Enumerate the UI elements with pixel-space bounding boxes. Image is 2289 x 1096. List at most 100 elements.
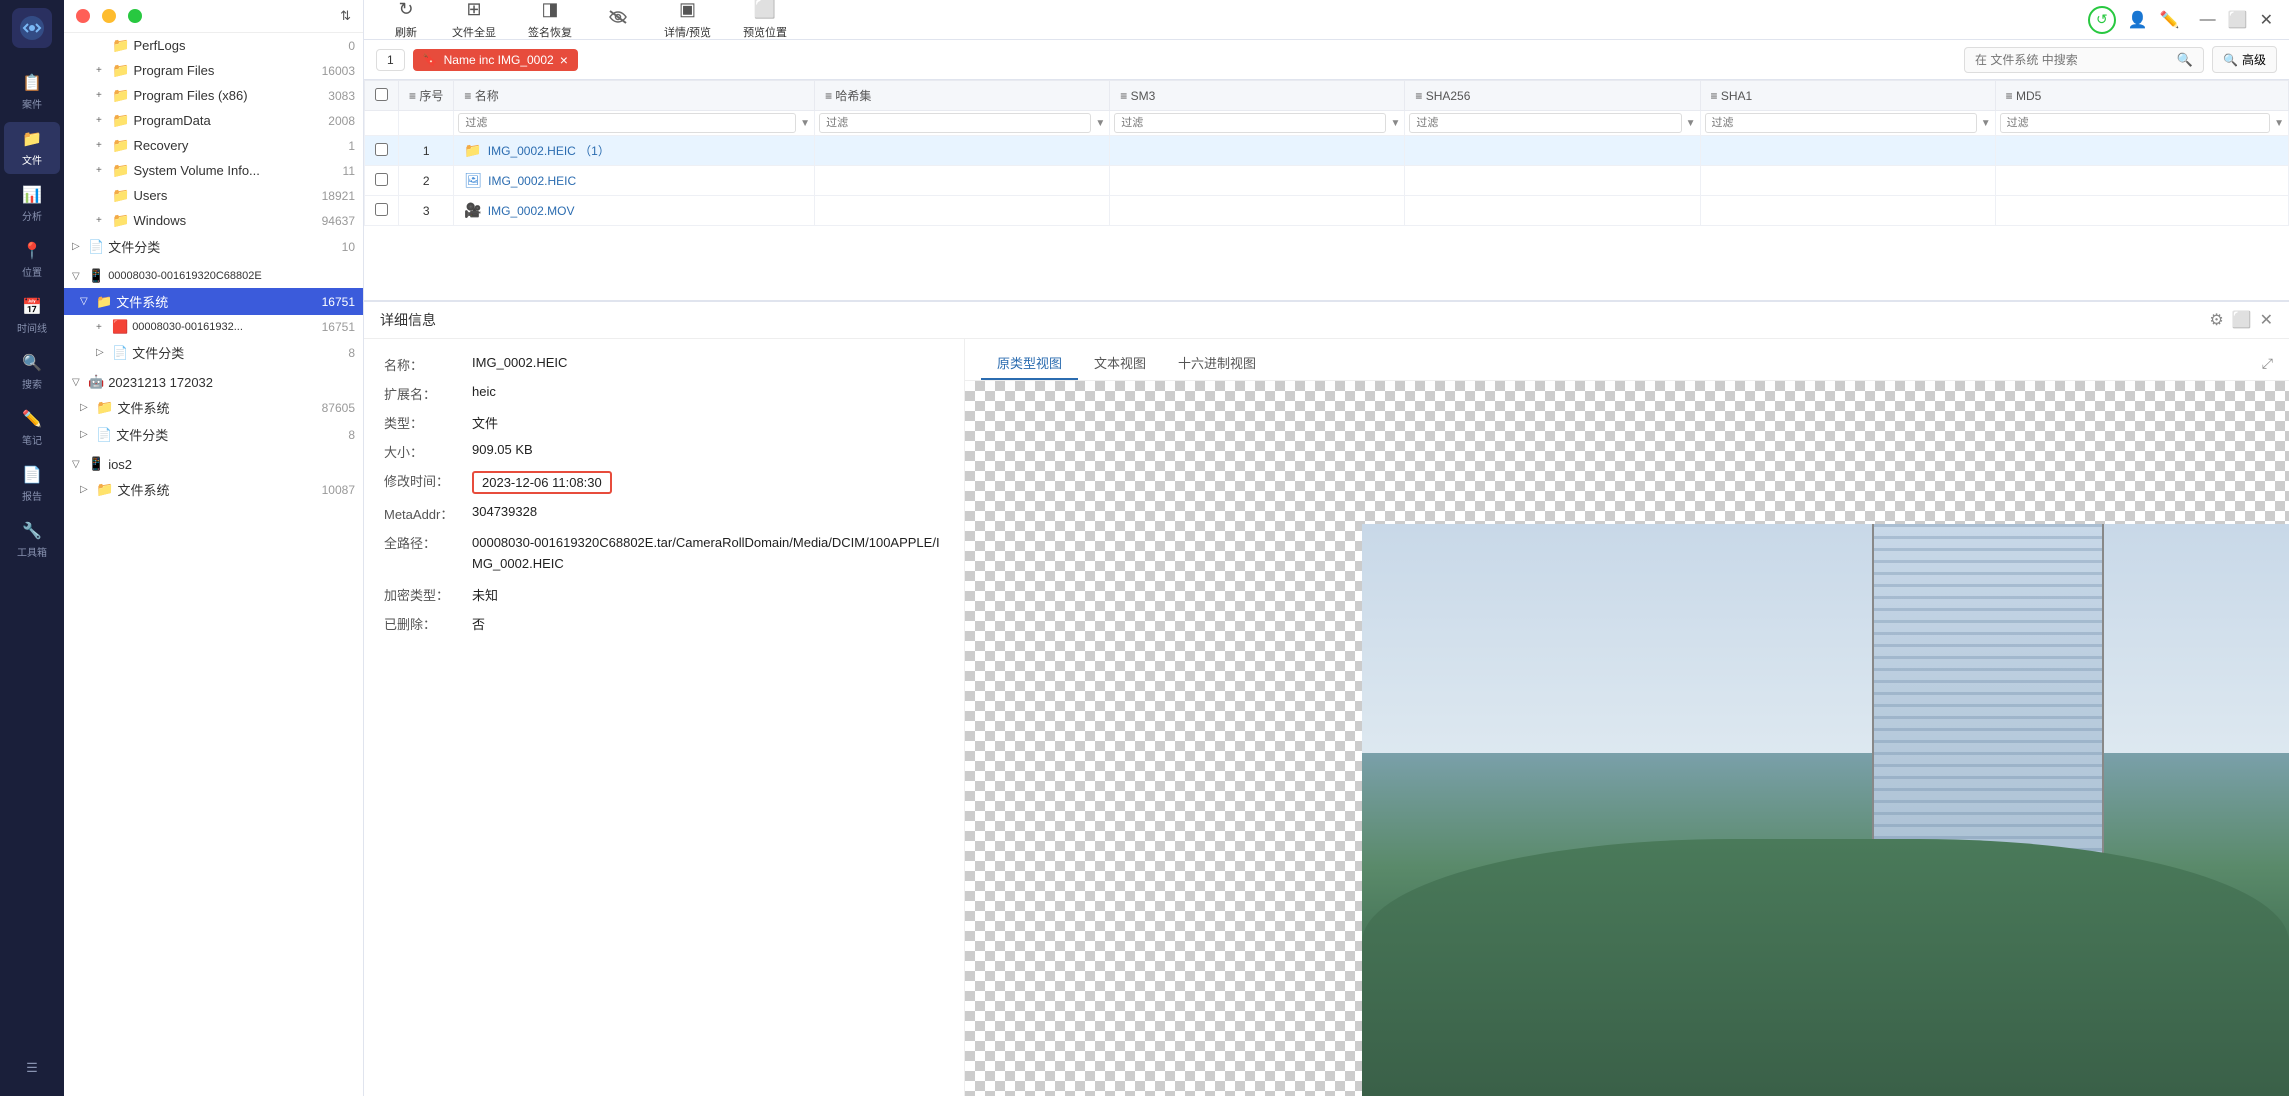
row-checkbox[interactable] xyxy=(375,203,388,216)
tree-label: Users xyxy=(133,188,317,203)
expand-icon: + xyxy=(96,215,112,226)
close-button[interactable]: ✕ xyxy=(2260,10,2273,30)
external-link-icon[interactable]: ⤢ xyxy=(2262,355,2273,372)
col-header-sha256[interactable]: ≡ SHA256 xyxy=(1405,81,1700,111)
tree-item-filetype2[interactable]: ▷ 📄 文件分类 8 xyxy=(64,339,363,366)
win-min-button[interactable] xyxy=(102,9,116,23)
sidebar-item-reports[interactable]: 📄 报告 xyxy=(4,458,60,510)
win-max-button[interactable] xyxy=(128,9,142,23)
tree-item-programdata[interactable]: + 📁 ProgramData 2008 xyxy=(64,108,363,133)
tree-item-users[interactable]: 📁 Users 18921 xyxy=(64,183,363,208)
search-input-wrap[interactable]: 🔍 xyxy=(1964,47,2204,73)
row-checkbox[interactable] xyxy=(375,173,388,186)
hidden-button[interactable] xyxy=(592,3,644,36)
sha256-filter-input[interactable] xyxy=(1409,113,1681,133)
table-row[interactable]: 3 🎥 IMG_0002.MOV xyxy=(365,196,2289,226)
label-path: 全路径： xyxy=(384,533,464,552)
col-header-md5[interactable]: ≡ MD5 xyxy=(1995,81,2288,111)
nav-circle[interactable]: ↺ xyxy=(2088,6,2116,34)
label-modified: 修改时间： xyxy=(384,471,464,490)
tree-count: 94637 xyxy=(322,214,355,228)
folder-icon: 📁 xyxy=(112,187,129,204)
tree-item-fs2[interactable]: ▷ 📁 文件系统 87605 xyxy=(64,394,363,421)
row-name[interactable]: 🖼 IMG_0002.HEIC xyxy=(454,166,815,196)
tree-item-programfiles86[interactable]: + 📁 Program Files (x86) 3083 xyxy=(64,83,363,108)
row-hash-1 xyxy=(815,136,1110,166)
col-header-num[interactable]: ≡ 序号 xyxy=(399,81,454,111)
sidebar-item-location[interactable]: 📍 位置 xyxy=(4,234,60,286)
tree-item-device1-sub[interactable]: + 🟥 00008030-00161932... 16751 xyxy=(64,315,363,339)
sidebar-menu-button[interactable]: ☰ xyxy=(4,1048,60,1088)
tree-item-windows[interactable]: + 📁 Windows 94637 xyxy=(64,208,363,233)
sidebar-item-cases[interactable]: 📋 案件 xyxy=(4,66,60,118)
file-link-2[interactable]: 🖼 IMG_0002.HEIC xyxy=(464,172,804,189)
tab-raw-view[interactable]: 原类型视图 xyxy=(981,347,1078,380)
md5-filter-input[interactable] xyxy=(2000,113,2270,133)
minimize-button[interactable]: — xyxy=(2200,11,2216,29)
reports-icon: 📄 xyxy=(22,465,42,485)
sm3-filter-input[interactable] xyxy=(1114,113,1386,133)
col-header-sha1[interactable]: ≡ SHA1 xyxy=(1700,81,1995,111)
sidebar-item-files[interactable]: 📁 文件 xyxy=(4,122,60,174)
col-header-name[interactable]: ≡ 名称 xyxy=(454,81,815,111)
tree-label: Program Files xyxy=(133,63,317,78)
details-actions: ⚙ ⬜ ✕ xyxy=(2209,310,2273,330)
tree-item-filesystem-selected[interactable]: ▽ 📁 文件系统 16751 xyxy=(64,288,363,315)
details-body: 名称： IMG_0002.HEIC 扩展名： heic 类型： 文件 大小： 9… xyxy=(364,339,2289,1096)
name-filter-input[interactable] xyxy=(458,113,796,133)
expand-icon: + xyxy=(96,322,112,333)
sha1-filter-input[interactable] xyxy=(1705,113,1977,133)
tree-label: PerfLogs xyxy=(133,38,344,53)
tab-hex-view[interactable]: 十六进制视图 xyxy=(1162,347,1272,380)
tree-item-device2[interactable]: ▽ 🤖 20231213 172032 xyxy=(64,370,363,394)
tree-item-ios2[interactable]: ▽ 📱 ios2 xyxy=(64,452,363,476)
tools-icon: 🔧 xyxy=(22,521,42,541)
active-filter-tag[interactable]: 🔖 Name inc IMG_0002 × xyxy=(413,49,578,71)
col-header-hash[interactable]: ≡ 哈希集 xyxy=(815,81,1110,111)
table-row[interactable]: 2 🖼 IMG_0002.HEIC xyxy=(365,166,2289,196)
tab-text-view[interactable]: 文本视图 xyxy=(1078,347,1162,380)
tree-item-filetype1[interactable]: ▷ 📄 文件分类 10 xyxy=(64,233,363,260)
tree-item-perflogs[interactable]: 📁 PerfLogs 0 xyxy=(64,33,363,58)
details-preview: 原类型视图 文本视图 十六进制视图 ⤢ xyxy=(964,339,2289,1096)
tree-item-device1[interactable]: ▽ 📱 00008030-001619320C68802E xyxy=(64,264,363,288)
file-link-1[interactable]: 📁 IMG_0002.HEIC （1） xyxy=(464,142,804,159)
filter-tag-close[interactable]: × xyxy=(560,52,568,68)
filter-bar: 1 🔖 Name inc IMG_0002 × 🔍 🔍 高级 xyxy=(364,40,2289,80)
tree-label: Recovery xyxy=(133,138,344,153)
sidebar-item-notes[interactable]: ✏️ 笔记 xyxy=(4,402,60,454)
sidebar-item-timeline[interactable]: 📅 时间线 xyxy=(4,290,60,342)
tree-count: 8 xyxy=(348,428,355,442)
tree-item-systemvol[interactable]: + 📁 System Volume Info... 11 xyxy=(64,158,363,183)
sidebar-item-analysis[interactable]: 📊 分析 xyxy=(4,178,60,230)
file-table-wrap: ≡ 序号 ≡ 名称 ≡ 哈希集 ≡ SM3 ≡ SHA256 ≡ SHA1 ≡ … xyxy=(364,80,2289,300)
close-details-button[interactable]: ✕ xyxy=(2260,310,2273,330)
tree-item-fs3[interactable]: ▷ 📁 文件系统 10087 xyxy=(64,476,363,503)
expand-button[interactable]: ⇅ xyxy=(340,8,351,24)
row-checkbox[interactable] xyxy=(375,143,388,156)
tree-item-filetype3[interactable]: ▷ 📄 文件分类 8 xyxy=(64,421,363,448)
row-name[interactable]: 📁 IMG_0002.HEIC （1） xyxy=(454,136,815,166)
sidebar-item-tools[interactable]: 🔧 工具箱 xyxy=(4,514,60,566)
table-row[interactable]: 1 📁 IMG_0002.HEIC （1） xyxy=(365,136,2289,166)
panel-icon[interactable]: ⬜ xyxy=(2232,310,2252,330)
tree-count: 3083 xyxy=(328,89,355,103)
row-name[interactable]: 🎥 IMG_0002.MOV xyxy=(454,196,815,226)
edit-icon[interactable]: ✏️ xyxy=(2160,10,2180,30)
file-link-3[interactable]: 🎥 IMG_0002.MOV xyxy=(464,202,804,219)
col-header-sm3[interactable]: ≡ SM3 xyxy=(1110,81,1405,111)
tree-item-recovery[interactable]: + 📁 Recovery 1 xyxy=(64,133,363,158)
user-icon[interactable]: 👤 xyxy=(2128,10,2148,30)
search-input[interactable] xyxy=(1975,53,2171,67)
sidebar-item-search[interactable]: 🔍 搜索 xyxy=(4,346,60,398)
hash-filter-input[interactable] xyxy=(819,113,1091,133)
settings-icon[interactable]: ⚙ xyxy=(2209,310,2223,330)
maximize-button[interactable]: ⬜ xyxy=(2228,10,2248,30)
tree-item-programfiles[interactable]: + 📁 Program Files 16003 xyxy=(64,58,363,83)
folder-icon: 📁 xyxy=(112,62,129,79)
select-all-checkbox[interactable] xyxy=(375,88,388,101)
sidebar: 📋 案件 📁 文件 📊 分析 📍 位置 📅 时间线 🔍 搜索 ✏️ 笔记 📄 xyxy=(0,0,64,1096)
advanced-button[interactable]: 🔍 高级 xyxy=(2212,46,2277,73)
win-close-button[interactable] xyxy=(76,9,90,23)
expand-icon: ▷ xyxy=(80,402,96,413)
